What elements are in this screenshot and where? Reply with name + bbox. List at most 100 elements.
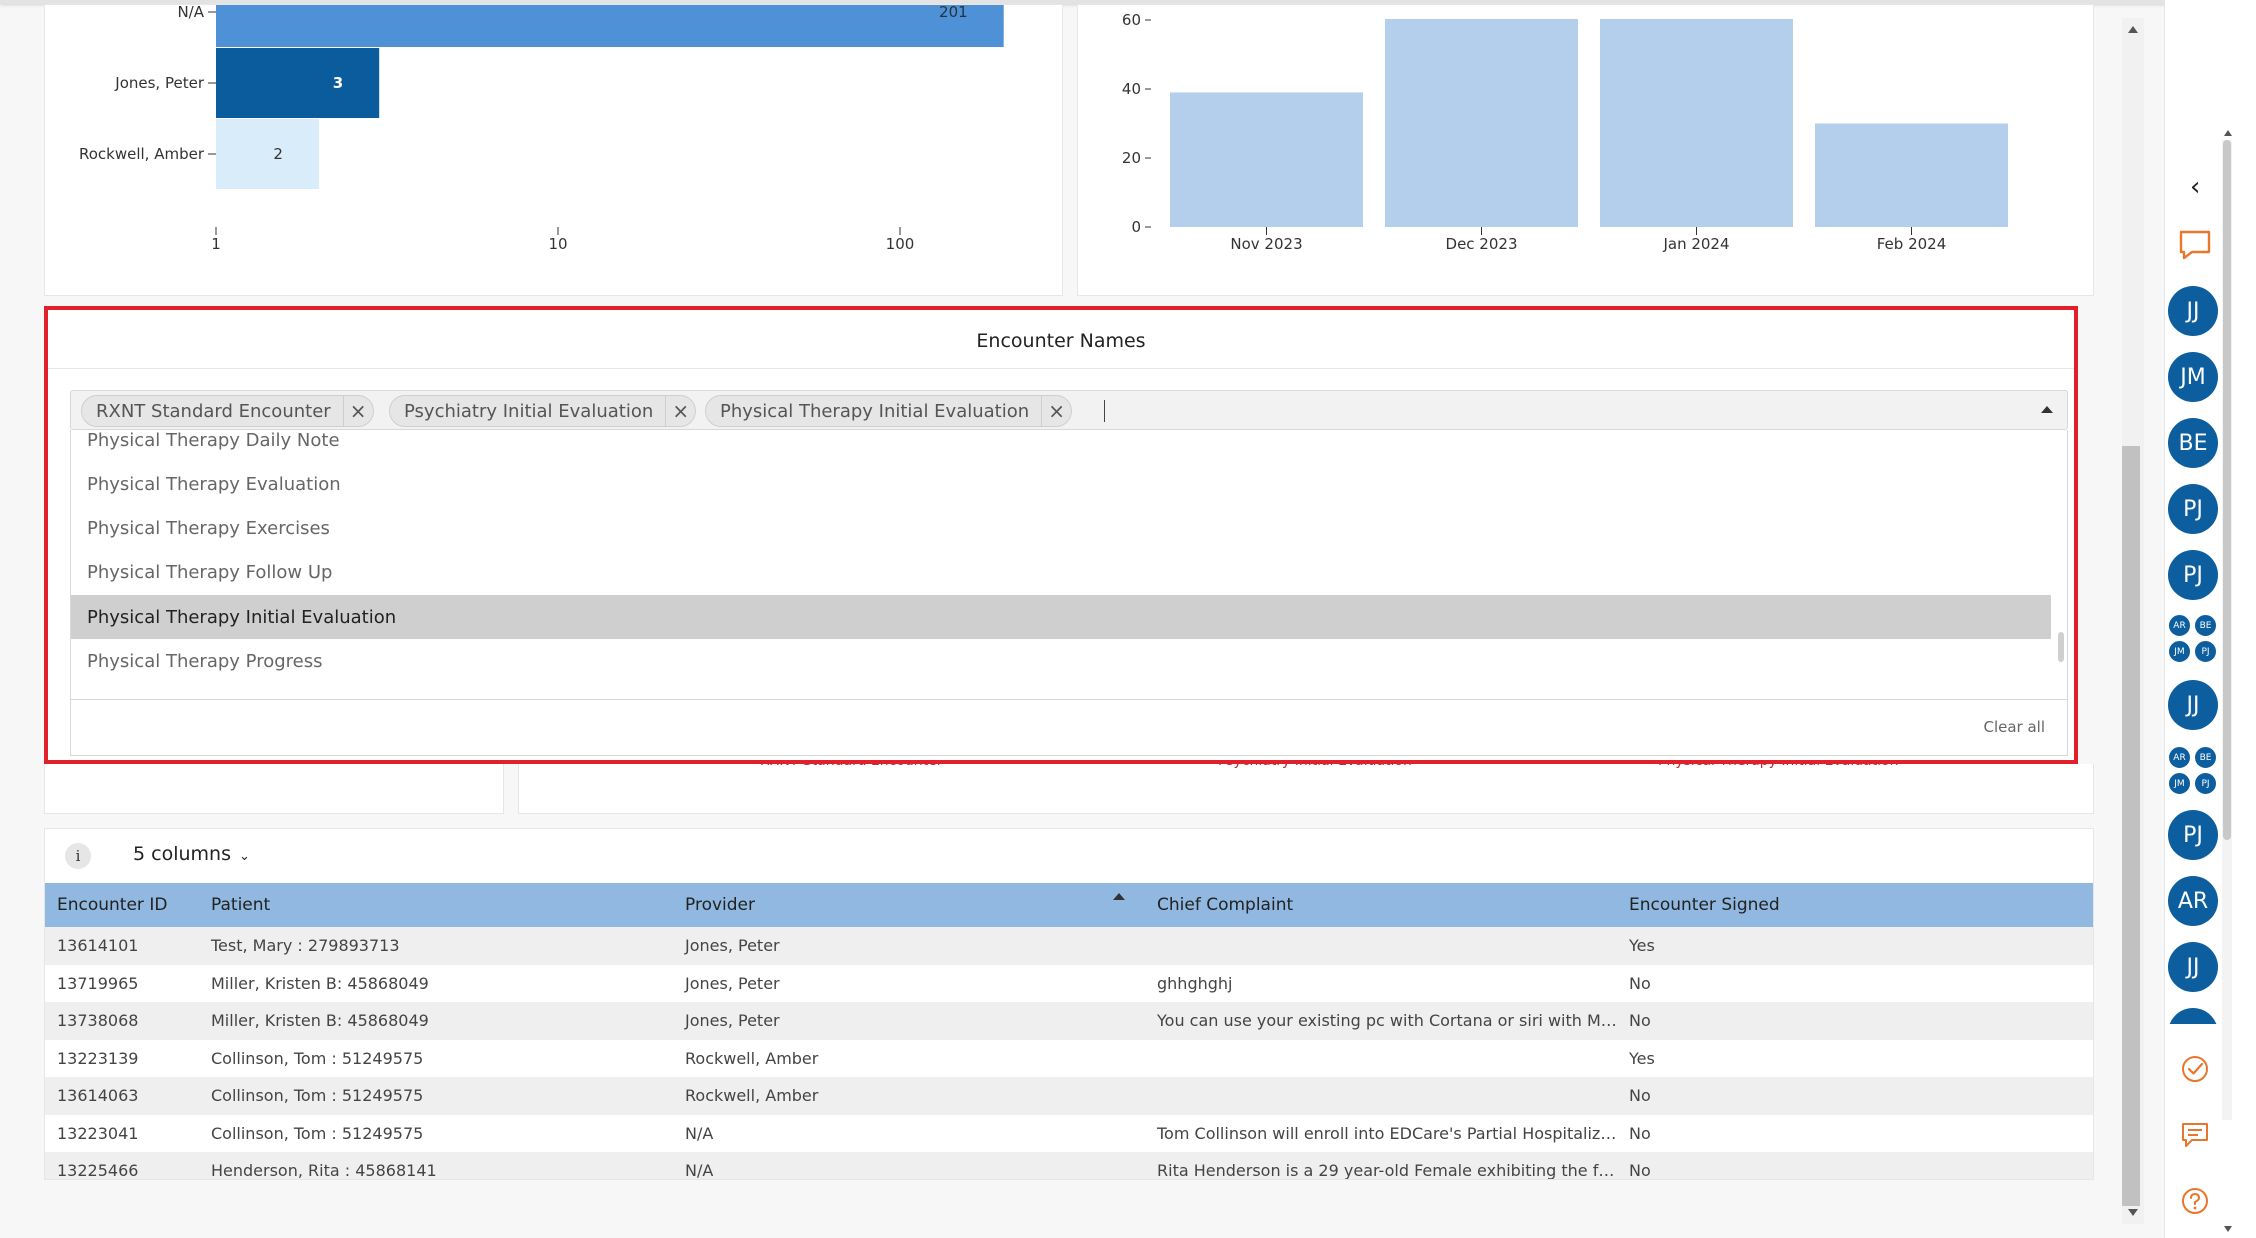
x-tick-label: 100	[886, 235, 915, 253]
option-item[interactable]: Physical Therapy Exercises	[71, 506, 2051, 550]
column-header-provider-label: Provider	[685, 895, 755, 915]
sidebar-scroll-thumb[interactable]	[2223, 140, 2231, 840]
chip-remove-icon[interactable]: ×	[1041, 396, 1071, 426]
option-item-selected[interactable]: Physical Therapy Initial Evaluation	[71, 595, 2051, 639]
column-header-patient[interactable]: Patient	[199, 883, 673, 927]
table-cell: Jones, Peter	[673, 927, 1145, 965]
avatar[interactable]: PJ	[2168, 484, 2218, 534]
chip-label: Psychiatry Initial Evaluation	[404, 400, 654, 422]
table-row[interactable]: 13225466 Henderson, Rita : 45868141 N/A Rit…	[45, 1152, 2093, 1179]
info-icon[interactable]: i	[65, 843, 91, 869]
table-row[interactable]: 13738068 Miller, Kristen B: 45868049 Jones…	[45, 1002, 2093, 1040]
table-cell: ghhghghj	[1145, 964, 1617, 1002]
avatar[interactable]: AR	[2168, 876, 2218, 926]
scroll-thumb[interactable]	[2122, 446, 2140, 1206]
column-header-provider[interactable]: Provider	[673, 883, 1145, 927]
avatar[interactable]: JM	[2168, 352, 2218, 402]
sidebar-scrollbar[interactable]	[2222, 140, 2232, 1120]
option-item[interactable]: Physical Therapy Progress	[71, 639, 2051, 683]
table-cell: Collinson, Tom : 51249575	[199, 1114, 673, 1152]
option-item[interactable]: Physical Therapy Follow Up	[71, 550, 2051, 594]
scroll-down-icon[interactable]	[2128, 1209, 2138, 1216]
table-cell: No	[1617, 1002, 2093, 1040]
bar	[216, 119, 319, 189]
encounter-multiselect[interactable]: RXNT Standard Encounter × Psychiatry Ini…	[70, 390, 2068, 430]
avatar[interactable]: PJ	[2168, 810, 2218, 860]
avatar[interactable]: JJ	[2168, 286, 2218, 336]
mini-avatar: JM	[2168, 640, 2191, 663]
mini-avatar: PJ	[2194, 640, 2217, 663]
table-cell: No	[1617, 1077, 2093, 1115]
columns-button-label: 5 columns	[133, 843, 231, 865]
table-cell: No	[1617, 964, 2093, 1002]
table-cell: Jones, Peter	[673, 1002, 1145, 1040]
table-row[interactable]: 13614063 Collinson, Tom : 51249575 Rockwel…	[45, 1077, 2093, 1115]
table-cell: 13223041	[45, 1114, 199, 1152]
message-icon[interactable]	[2178, 1118, 2212, 1152]
column-bar	[1815, 123, 2008, 227]
clear-all-button[interactable]: Clear all	[1983, 718, 2045, 736]
chip-label: Physical Therapy Initial Evaluation	[720, 400, 1030, 422]
avatar[interactable]: JJ	[2168, 680, 2218, 730]
avatar-partial	[2168, 1008, 2218, 1024]
table-cell	[1145, 927, 1617, 965]
avatar[interactable]: BE	[2168, 418, 2218, 468]
provider-bar-chart: 201 N/A 3 Jones, Peter 2 Rockwell, Amber 1 10 10…	[44, 4, 1063, 296]
table-header-row: Encounter ID Patient Provider Chief Comp…	[45, 883, 2093, 927]
table-cell: No	[1617, 1152, 2093, 1179]
under-card-right	[518, 764, 2094, 814]
table-row[interactable]: 13614101 Test, Mary : 279893713 Jones, Pet…	[45, 927, 2093, 965]
scroll-up-icon[interactable]	[2128, 26, 2138, 33]
table-cell: Test, Mary : 279893713	[199, 927, 673, 965]
column-header-encounter-signed[interactable]: Encounter Signed	[1617, 883, 2093, 927]
under-card-left	[44, 764, 504, 814]
sidebar-scroll-down-icon[interactable]	[2224, 1226, 2232, 1232]
help-icon[interactable]	[2178, 1184, 2212, 1218]
avatar[interactable]: PJ	[2168, 550, 2218, 600]
bar-data-label: 201	[939, 5, 968, 21]
option-item[interactable]: Physical Therapy Evaluation	[71, 462, 2051, 506]
column-header-chief-complaint[interactable]: Chief Complaint	[1145, 883, 1617, 927]
y-tick-label: N/A	[177, 5, 204, 21]
table-cell: Miller, Kristen B: 45868049	[199, 1002, 673, 1040]
options-scrollbar[interactable]	[2058, 632, 2064, 662]
chat-bubble-icon[interactable]	[2178, 228, 2212, 262]
avatar-group[interactable]: AR BE JM PJ	[2168, 746, 2218, 796]
encounter-names-panel: Encounter Names RXNT Standard Encounter …	[44, 306, 2078, 764]
option-item[interactable]: Physical Therapy Daily Note	[71, 430, 2051, 462]
chip-remove-icon[interactable]: ×	[665, 396, 695, 426]
page-scrollbar[interactable]	[2122, 18, 2144, 1224]
encounter-options-list[interactable]: Physical Therapy Daily Note Physical The…	[70, 430, 2068, 700]
table-row[interactable]: 13223139 Collinson, Tom : 51249575 Rockwel…	[45, 1039, 2093, 1077]
table-body: 13614101 Test, Mary : 279893713 Jones, Pet…	[45, 927, 2093, 1179]
x-tick-label: Dec 2023	[1446, 235, 1518, 253]
panel-title: Encounter Names	[976, 330, 1146, 352]
y-tick-label: Rockwell, Amber	[79, 145, 205, 163]
check-circle-icon[interactable]	[2178, 1052, 2212, 1086]
chip-remove-icon[interactable]: ×	[342, 396, 373, 426]
column-bar	[1385, 19, 1578, 227]
table-cell: Tom Collinson will enroll into EDCare's …	[1145, 1114, 1617, 1152]
text-cursor	[1104, 400, 1105, 422]
table-cell: 13719965	[45, 964, 199, 1002]
y-tick-label: 0	[1131, 218, 1141, 236]
table-cell: 13738068	[45, 1002, 199, 1040]
table-cell: No	[1617, 1114, 2093, 1152]
column-header-encounter-id[interactable]: Encounter ID	[45, 883, 199, 927]
chip-label: RXNT Standard Encounter	[96, 400, 331, 422]
avatar[interactable]: JJ	[2168, 942, 2218, 992]
sidebar-scroll-up-icon[interactable]	[2224, 130, 2232, 136]
x-tick-label: Feb 2024	[1877, 235, 1947, 253]
collapse-chevron-icon[interactable]: ‹	[2190, 172, 2200, 202]
sort-ascending-icon[interactable]	[1113, 893, 1125, 900]
table-cell: N/A	[673, 1152, 1145, 1179]
x-tick-label: 1	[211, 235, 221, 253]
avatar-group[interactable]: AR BE JM PJ	[2168, 614, 2218, 664]
table-row[interactable]: 13223041 Collinson, Tom : 51249575 N/A Tom …	[45, 1114, 2093, 1152]
table-row[interactable]: 13719965 Miller, Kristen B: 45868049 Jones…	[45, 964, 2093, 1002]
table-cell: 13225466	[45, 1152, 199, 1179]
chip-physical-therapy-initial-evaluation: Physical Therapy Initial Evaluation ×	[705, 395, 1073, 427]
caret-up-icon[interactable]	[2041, 406, 2053, 413]
table-cell	[1145, 1077, 1617, 1115]
columns-button[interactable]: 5 columns ⌄	[133, 843, 250, 865]
